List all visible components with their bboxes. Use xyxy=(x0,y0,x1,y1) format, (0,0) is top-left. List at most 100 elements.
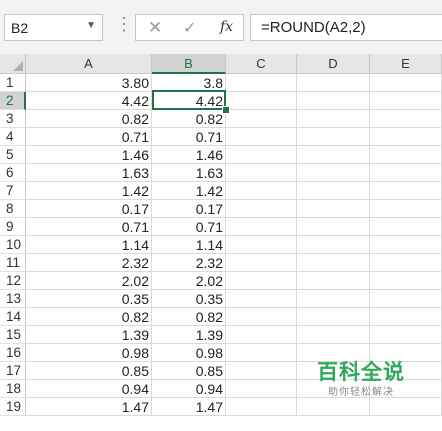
column-header-b[interactable]: B xyxy=(152,54,226,74)
cell-c2[interactable] xyxy=(226,92,297,110)
cell-c15[interactable] xyxy=(226,326,297,344)
row-header-10[interactable]: 10 xyxy=(0,236,26,254)
cell-c4[interactable] xyxy=(226,128,297,146)
column-header-c[interactable]: C xyxy=(226,54,297,74)
cell-a13[interactable]: 0.35 xyxy=(26,290,152,308)
column-header-e[interactable]: E xyxy=(370,54,442,74)
cell-d12[interactable] xyxy=(297,272,370,290)
row-header-4[interactable]: 4 xyxy=(0,128,26,146)
cell-b8[interactable]: 0.17 xyxy=(152,200,226,218)
cell-b3[interactable]: 0.82 xyxy=(152,110,226,128)
cell-d4[interactable] xyxy=(297,128,370,146)
fill-handle[interactable] xyxy=(222,106,230,114)
cell-d15[interactable] xyxy=(297,326,370,344)
cell-b9[interactable]: 0.71 xyxy=(152,218,226,236)
cell-a19[interactable]: 1.47 xyxy=(26,398,152,416)
cell-e4[interactable] xyxy=(370,128,442,146)
cell-a14[interactable]: 0.82 xyxy=(26,308,152,326)
row-header-19[interactable]: 19 xyxy=(0,398,26,416)
formula-input[interactable]: =ROUND(A2,2) xyxy=(250,14,442,41)
row-header-15[interactable]: 15 xyxy=(0,326,26,344)
cell-a18[interactable]: 0.94 xyxy=(26,380,152,398)
cell-b13[interactable]: 0.35 xyxy=(152,290,226,308)
cell-e7[interactable] xyxy=(370,182,442,200)
cell-a10[interactable]: 1.14 xyxy=(26,236,152,254)
cell-d5[interactable] xyxy=(297,146,370,164)
row-header-6[interactable]: 6 xyxy=(0,164,26,182)
row-header-14[interactable]: 14 xyxy=(0,308,26,326)
cell-e8[interactable] xyxy=(370,200,442,218)
cell-d9[interactable] xyxy=(297,218,370,236)
row-header-8[interactable]: 8 xyxy=(0,200,26,218)
cell-a16[interactable]: 0.98 xyxy=(26,344,152,362)
cell-e12[interactable] xyxy=(370,272,442,290)
cell-c5[interactable] xyxy=(226,146,297,164)
cell-c13[interactable] xyxy=(226,290,297,308)
cell-a1[interactable]: 3.80 xyxy=(26,74,152,92)
chevron-down-icon[interactable]: ▼ xyxy=(86,20,96,31)
cell-a11[interactable]: 2.32 xyxy=(26,254,152,272)
row-header-13[interactable]: 13 xyxy=(0,290,26,308)
insert-function-icon[interactable]: fx xyxy=(220,19,233,35)
cell-a7[interactable]: 1.42 xyxy=(26,182,152,200)
cell-d6[interactable] xyxy=(297,164,370,182)
cell-c1[interactable] xyxy=(226,74,297,92)
cell-b19[interactable]: 1.47 xyxy=(152,398,226,416)
cell-b16[interactable]: 0.98 xyxy=(152,344,226,362)
cell-e13[interactable] xyxy=(370,290,442,308)
cell-b2[interactable]: 4.42 xyxy=(152,92,226,110)
cell-c16[interactable] xyxy=(226,344,297,362)
row-header-17[interactable]: 17 xyxy=(0,362,26,380)
cell-a4[interactable]: 0.71 xyxy=(26,128,152,146)
cell-e11[interactable] xyxy=(370,254,442,272)
cell-c12[interactable] xyxy=(226,272,297,290)
cell-e14[interactable] xyxy=(370,308,442,326)
cell-c3[interactable] xyxy=(226,110,297,128)
cell-c10[interactable] xyxy=(226,236,297,254)
cell-a15[interactable]: 1.39 xyxy=(26,326,152,344)
cell-b17[interactable]: 0.85 xyxy=(152,362,226,380)
row-header-16[interactable]: 16 xyxy=(0,344,26,362)
cell-d2[interactable] xyxy=(297,92,370,110)
cell-a17[interactable]: 0.85 xyxy=(26,362,152,380)
cell-c11[interactable] xyxy=(226,254,297,272)
cell-b4[interactable]: 0.71 xyxy=(152,128,226,146)
cell-e15[interactable] xyxy=(370,326,442,344)
cell-d10[interactable] xyxy=(297,236,370,254)
row-header-5[interactable]: 5 xyxy=(0,146,26,164)
cell-c6[interactable] xyxy=(226,164,297,182)
cell-c19[interactable] xyxy=(226,398,297,416)
cell-b6[interactable]: 1.63 xyxy=(152,164,226,182)
cell-a9[interactable]: 0.71 xyxy=(26,218,152,236)
cell-b12[interactable]: 2.02 xyxy=(152,272,226,290)
cell-d8[interactable] xyxy=(297,200,370,218)
cell-c7[interactable] xyxy=(226,182,297,200)
row-header-18[interactable]: 18 xyxy=(0,380,26,398)
more-options-icon[interactable]: ⋮ xyxy=(115,15,133,33)
name-box[interactable]: B2 ▼ xyxy=(4,14,103,41)
row-header-11[interactable]: 11 xyxy=(0,254,26,272)
cell-a2[interactable]: 4.42 xyxy=(26,92,152,110)
cell-b1[interactable]: 3.8 xyxy=(152,74,226,92)
cell-b18[interactable]: 0.94 xyxy=(152,380,226,398)
cell-e9[interactable] xyxy=(370,218,442,236)
cell-d11[interactable] xyxy=(297,254,370,272)
cell-d1[interactable] xyxy=(297,74,370,92)
cell-a12[interactable]: 2.02 xyxy=(26,272,152,290)
cell-c8[interactable] xyxy=(226,200,297,218)
cell-e3[interactable] xyxy=(370,110,442,128)
cell-a8[interactable]: 0.17 xyxy=(26,200,152,218)
cell-a5[interactable]: 1.46 xyxy=(26,146,152,164)
row-header-1[interactable]: 1 xyxy=(0,74,26,92)
cell-a6[interactable]: 1.63 xyxy=(26,164,152,182)
cell-a3[interactable]: 0.82 xyxy=(26,110,152,128)
cell-c14[interactable] xyxy=(226,308,297,326)
row-header-9[interactable]: 9 xyxy=(0,218,26,236)
cell-d14[interactable] xyxy=(297,308,370,326)
cell-c9[interactable] xyxy=(226,218,297,236)
cell-e6[interactable] xyxy=(370,164,442,182)
select-all-button[interactable] xyxy=(0,54,26,74)
cell-b15[interactable]: 1.39 xyxy=(152,326,226,344)
cell-b11[interactable]: 2.32 xyxy=(152,254,226,272)
confirm-icon[interactable]: ✓ xyxy=(183,18,196,38)
